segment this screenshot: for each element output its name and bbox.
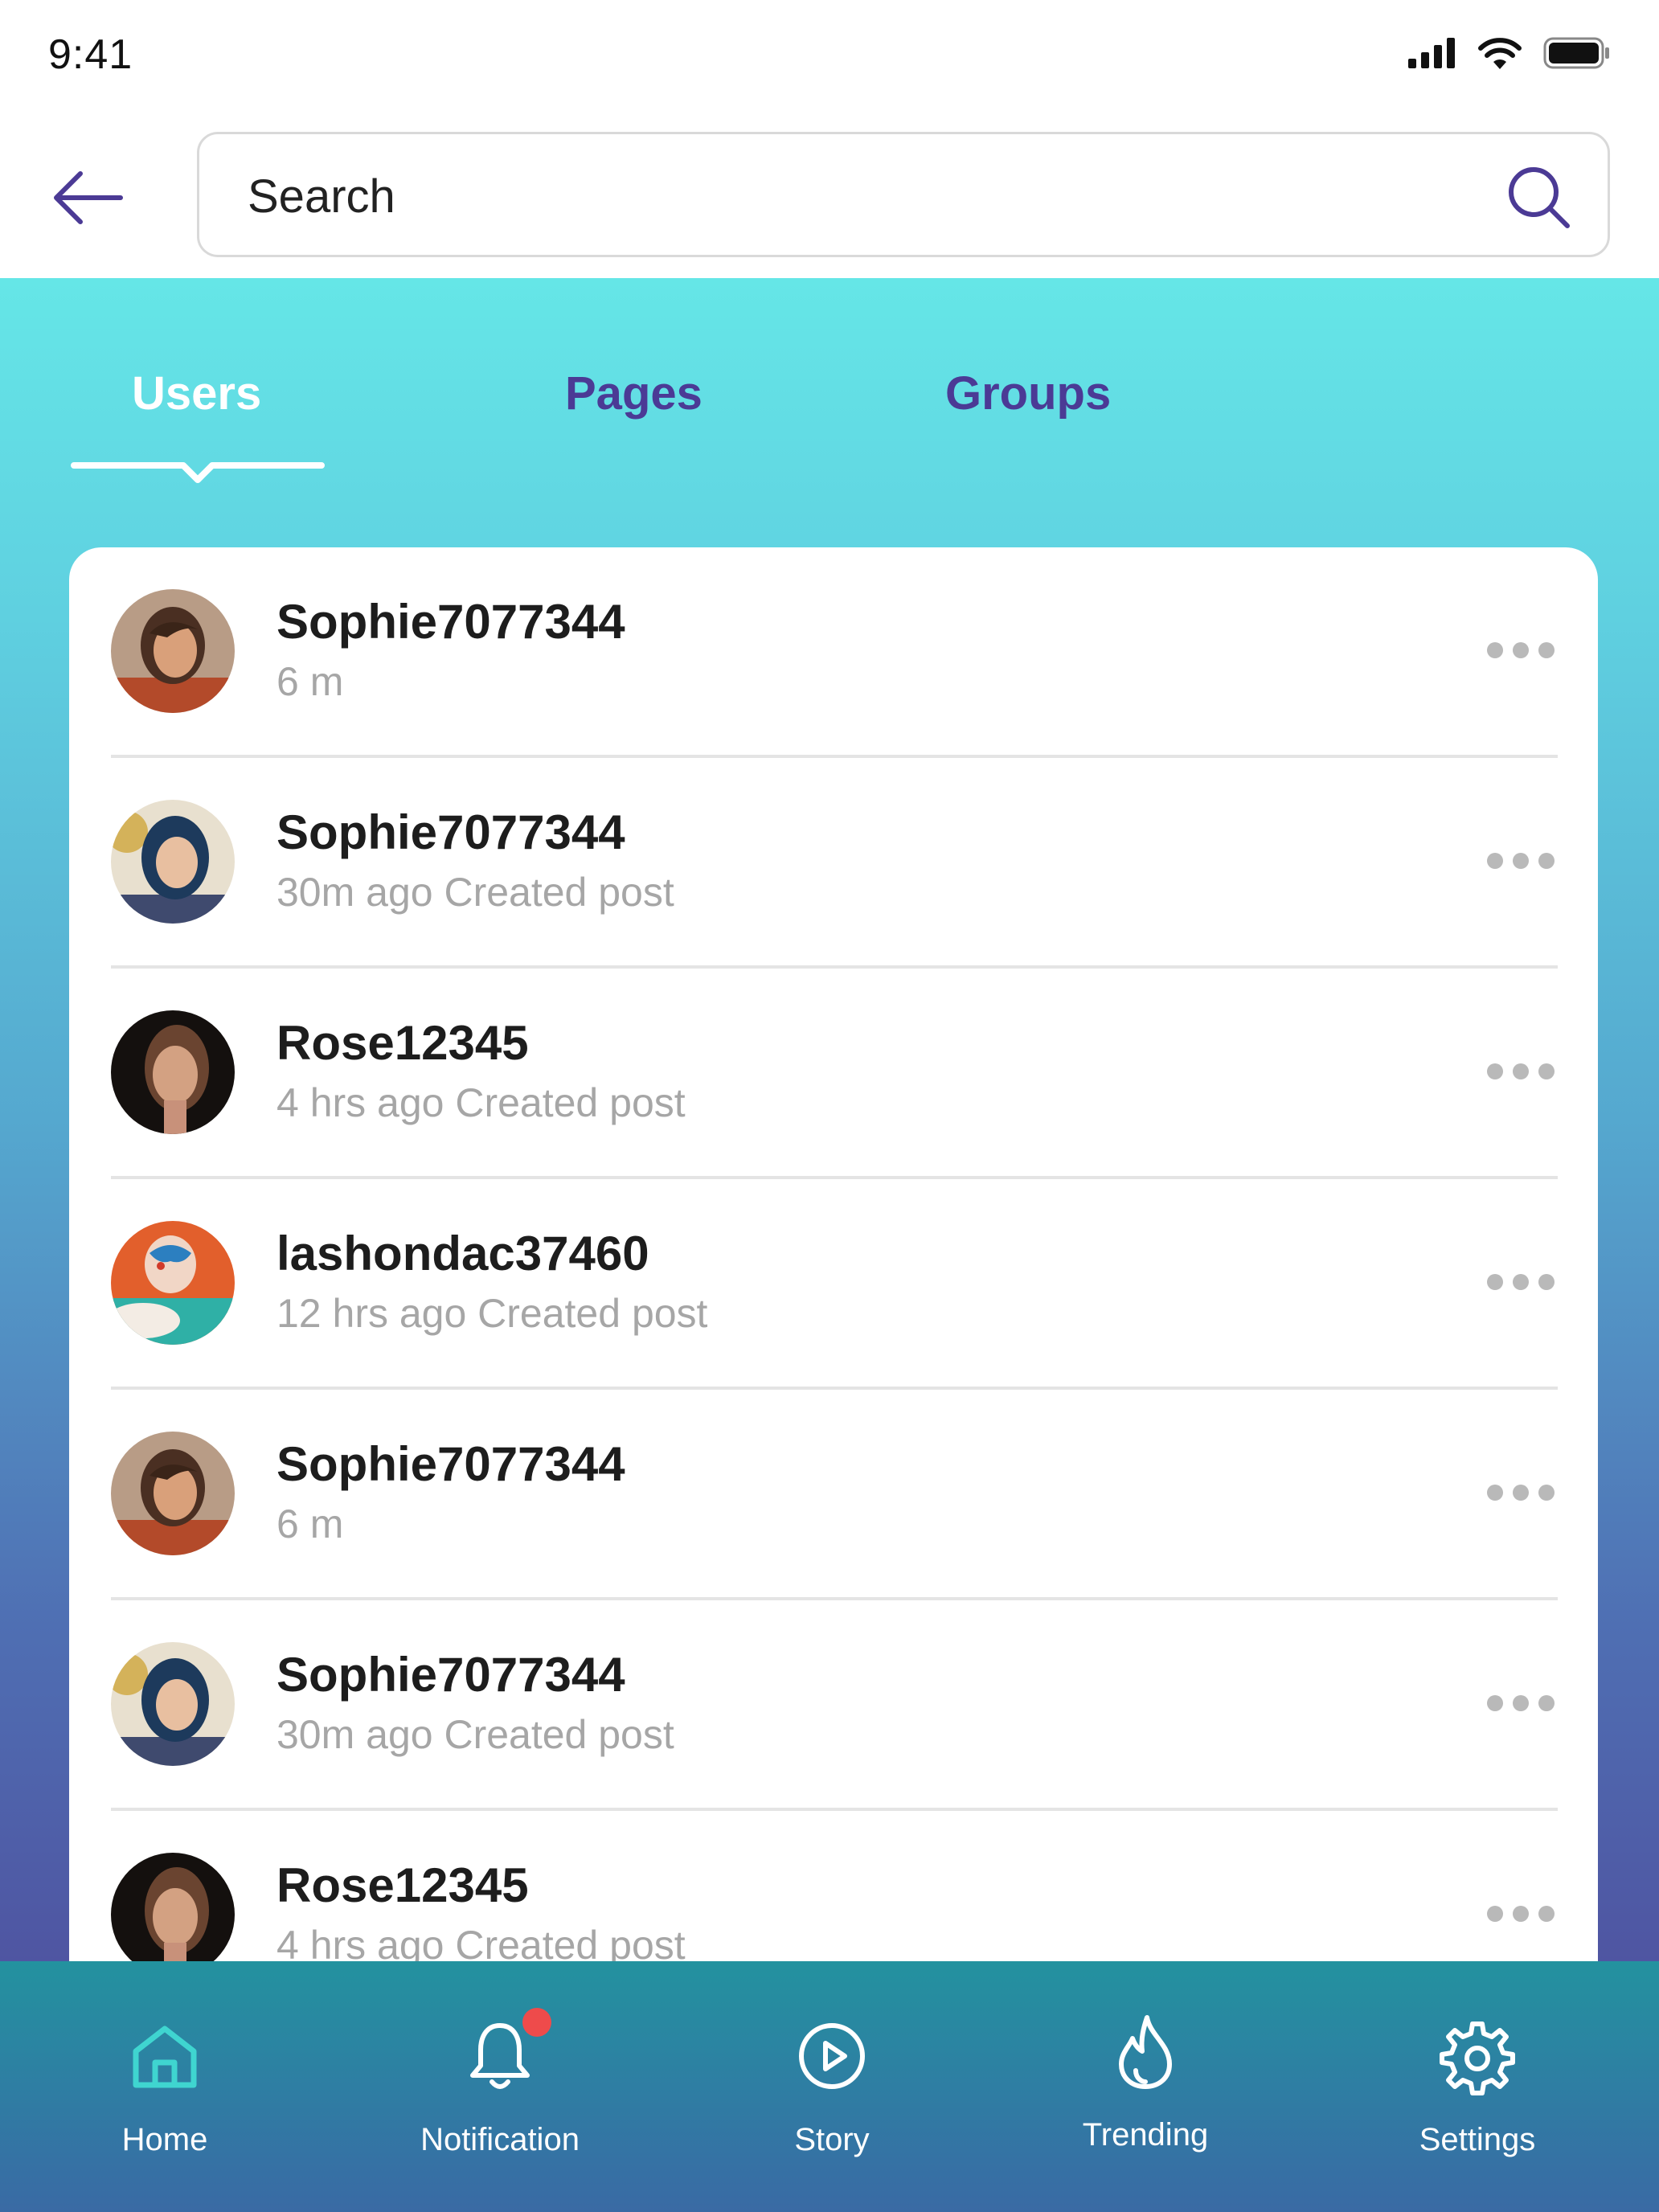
avatar[interactable] xyxy=(111,1642,235,1766)
tab-groups[interactable]: Groups xyxy=(945,367,1111,420)
tab-users[interactable]: Users xyxy=(132,367,261,420)
status-icons xyxy=(1408,37,1611,69)
nav-trending[interactable]: Trending xyxy=(1025,1961,1266,2212)
user-name[interactable]: Rose12345 xyxy=(276,1858,529,1913)
user-name[interactable]: Sophie7077344 xyxy=(276,1647,625,1702)
search-icon[interactable] xyxy=(1505,163,1572,231)
user-activity: 6 m xyxy=(276,659,344,704)
nav-notification-label: Notification xyxy=(420,2122,580,2157)
avatar[interactable] xyxy=(111,1432,235,1555)
user-row[interactable]: Rose12345 4 hrs ago Created post xyxy=(111,969,1558,1179)
more-options-button[interactable] xyxy=(1487,1063,1555,1083)
nav-home-label: Home xyxy=(121,2122,208,2157)
bottom-navigation: Home Notification Story Trending Setting… xyxy=(0,1961,1659,2212)
user-row[interactable]: Rose12345 4 hrs ago Created post xyxy=(111,1811,1558,1961)
more-options-button[interactable] xyxy=(1487,1274,1555,1293)
avatar[interactable] xyxy=(111,1221,235,1345)
nav-settings[interactable]: Settings xyxy=(1357,1961,1598,2212)
user-activity: 4 hrs ago Created post xyxy=(276,1923,686,1961)
more-options-button[interactable] xyxy=(1487,1906,1555,1925)
nav-trending-label: Trending xyxy=(1082,2117,1209,2153)
wifi-icon xyxy=(1478,38,1522,69)
search-box xyxy=(197,132,1610,257)
nav-story[interactable]: Story xyxy=(711,1961,952,2212)
user-activity: 6 m xyxy=(276,1501,344,1546)
user-activity: 4 hrs ago Created post xyxy=(276,1080,686,1125)
user-activity: 12 hrs ago Created post xyxy=(276,1291,708,1336)
user-row[interactable]: Sophie7077344 30m ago Created post xyxy=(111,1600,1558,1811)
user-name[interactable]: lashondac37460 xyxy=(276,1226,649,1281)
more-options-button[interactable] xyxy=(1487,1695,1555,1714)
status-time: 9:41 xyxy=(48,31,133,78)
user-row[interactable]: lashondac37460 12 hrs ago Created post xyxy=(111,1179,1558,1390)
user-name[interactable]: Sophie7077344 xyxy=(276,594,625,649)
flame-icon xyxy=(1119,2015,1172,2089)
tab-pages[interactable]: Pages xyxy=(565,367,703,420)
nav-story-label: Story xyxy=(794,2122,870,2157)
user-list-card: Sophie7077344 6 m Sophie7077344 30m ago … xyxy=(69,547,1598,1961)
user-name[interactable]: Sophie7077344 xyxy=(276,805,625,860)
status-bar: 9:41 xyxy=(0,0,1659,113)
active-tab-indicator xyxy=(71,462,325,483)
search-input[interactable] xyxy=(248,166,1453,226)
nav-settings-label: Settings xyxy=(1419,2122,1536,2157)
avatar[interactable] xyxy=(111,589,235,713)
cellular-signal-icon xyxy=(1408,38,1455,68)
more-options-button[interactable] xyxy=(1487,1485,1555,1504)
avatar[interactable] xyxy=(111,1010,235,1134)
header xyxy=(0,113,1659,278)
avatar[interactable] xyxy=(111,1853,235,1961)
user-activity: 30m ago Created post xyxy=(276,1712,674,1757)
user-row[interactable]: Sophie7077344 6 m xyxy=(111,547,1558,758)
more-options-button[interactable] xyxy=(1487,642,1555,662)
user-name[interactable]: Rose12345 xyxy=(276,1015,529,1071)
play-circle-icon xyxy=(799,2023,865,2089)
avatar[interactable] xyxy=(111,800,235,924)
nav-notification[interactable]: Notification xyxy=(379,1961,621,2212)
home-icon xyxy=(133,2026,197,2088)
arrow-left-icon xyxy=(54,171,123,224)
back-button[interactable] xyxy=(48,166,129,230)
nav-home[interactable]: Home xyxy=(44,1961,285,2212)
user-activity: 30m ago Created post xyxy=(276,870,674,915)
user-row[interactable]: Sophie7077344 6 m xyxy=(111,1390,1558,1600)
battery-icon xyxy=(1543,37,1609,69)
gear-icon xyxy=(1440,2022,1515,2095)
user-name[interactable]: Sophie7077344 xyxy=(276,1436,625,1492)
notification-badge xyxy=(522,2008,551,2037)
results-area: Users Pages Groups Sophie7077344 6 m Sop… xyxy=(0,278,1659,1961)
user-row[interactable]: Sophie7077344 30m ago Created post xyxy=(111,758,1558,969)
more-options-button[interactable] xyxy=(1487,853,1555,872)
